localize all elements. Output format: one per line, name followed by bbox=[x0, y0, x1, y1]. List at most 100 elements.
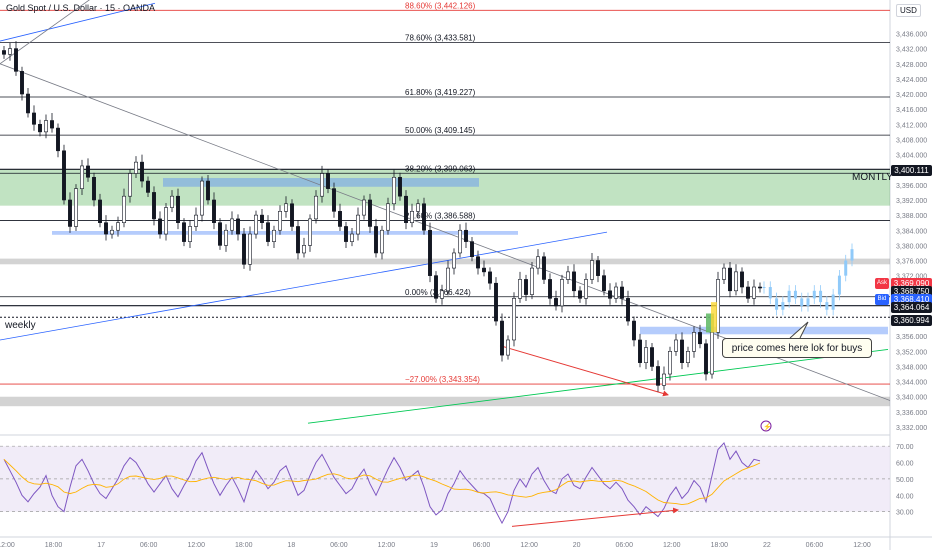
ask-label: Ask bbox=[875, 278, 889, 289]
candle-body bbox=[620, 286, 624, 299]
zone-gray-3 bbox=[0, 258, 890, 265]
candle-body bbox=[236, 218, 240, 235]
price-tick-label: 3,384.000 bbox=[896, 228, 927, 235]
candle-body bbox=[200, 180, 204, 216]
candle-body bbox=[674, 339, 678, 352]
projection-candle bbox=[800, 298, 804, 306]
candle-body bbox=[626, 298, 630, 322]
projection-candle bbox=[806, 298, 810, 306]
candle-body bbox=[374, 226, 378, 254]
candle-body bbox=[596, 260, 600, 276]
candle-body bbox=[56, 127, 60, 152]
candle-body bbox=[476, 256, 480, 269]
candle-body bbox=[542, 256, 546, 280]
candle-body bbox=[146, 180, 150, 193]
candle-body bbox=[338, 211, 342, 227]
monthly-level-tag: 3,400.111 bbox=[891, 165, 932, 176]
projection-candle bbox=[850, 249, 854, 261]
weekly-label: weekly bbox=[5, 320, 36, 331]
candle-body bbox=[32, 112, 36, 125]
candle-body bbox=[170, 195, 174, 208]
candle-body bbox=[524, 279, 528, 295]
price-tick-label: 3,352.000 bbox=[896, 349, 927, 356]
trading-chart[interactable]: 88.60% (3,442.126) 78.60% (3,433.581) 61.8… bbox=[0, 0, 932, 550]
level-tag-1: 3,364.064 bbox=[891, 302, 932, 313]
candle-body bbox=[728, 267, 732, 292]
price-tick-label: 3,416.000 bbox=[896, 107, 927, 114]
candle-body bbox=[350, 233, 354, 242]
projection-candle bbox=[762, 287, 766, 289]
candle-body bbox=[290, 203, 294, 227]
candle-body bbox=[182, 222, 186, 242]
candle-body bbox=[140, 161, 144, 182]
candle-body bbox=[218, 222, 222, 246]
time-tick-label: 18:00 bbox=[45, 542, 63, 549]
candle-body bbox=[746, 286, 750, 299]
candle-body bbox=[14, 48, 18, 72]
yellow-highlight-box bbox=[711, 302, 717, 333]
rsi-tick-label: 70.00 bbox=[896, 444, 914, 451]
candle-body bbox=[488, 271, 492, 284]
candle-body bbox=[386, 203, 390, 231]
fib-label-1: 78.60% (3,433.581) bbox=[405, 34, 476, 43]
projection-candle bbox=[787, 290, 791, 303]
candle-body bbox=[752, 286, 756, 299]
time-tick-label: 12:00 bbox=[378, 542, 396, 549]
currency-button[interactable]: USD bbox=[896, 4, 921, 17]
candle-body bbox=[548, 279, 552, 299]
price-tick-label: 3,404.000 bbox=[896, 153, 927, 160]
time-tick-label: 17 bbox=[97, 542, 105, 549]
price-tick-label: 3,348.000 bbox=[896, 364, 927, 371]
fib-label-4: 38.20% (3,399.063) bbox=[405, 164, 476, 173]
price-tick-label: 3,428.000 bbox=[896, 62, 927, 69]
candle-body bbox=[614, 286, 618, 299]
candle-body bbox=[434, 275, 438, 299]
price-tick-label: 3,344.000 bbox=[896, 380, 927, 387]
candle-body bbox=[662, 373, 666, 386]
time-tick-label: 06:00 bbox=[140, 542, 158, 549]
candle-body bbox=[206, 180, 210, 201]
fib-label-6: 0.00% (3,366.424) bbox=[405, 288, 471, 297]
candle-body bbox=[38, 124, 42, 133]
candle-body bbox=[602, 275, 606, 292]
candle-body bbox=[440, 290, 444, 299]
candle-body bbox=[50, 120, 54, 129]
candle-body bbox=[74, 188, 78, 227]
candle-body bbox=[740, 271, 744, 288]
candle-body bbox=[62, 150, 66, 201]
rsi-tick-label: 40.00 bbox=[896, 493, 914, 500]
candle-body bbox=[428, 229, 432, 276]
candle-body bbox=[326, 173, 330, 189]
fib-label-2: 61.80% (3,419.227) bbox=[405, 88, 476, 97]
candle-body bbox=[500, 320, 504, 356]
price-tick-label: 3,436.000 bbox=[896, 32, 927, 39]
candle-body bbox=[446, 267, 450, 292]
price-tick-label: 3,420.000 bbox=[896, 92, 927, 99]
time-tick-label: 06:00 bbox=[330, 542, 348, 549]
candle-body bbox=[194, 214, 198, 227]
bid-label: Bid bbox=[875, 294, 889, 305]
candle-body bbox=[734, 271, 738, 292]
candle-body bbox=[392, 176, 396, 205]
time-tick-label: 06:00 bbox=[615, 542, 633, 549]
candle-body bbox=[86, 165, 90, 178]
candle-body bbox=[368, 199, 372, 227]
candle-body bbox=[698, 332, 702, 345]
candle-body bbox=[650, 347, 654, 367]
price-tick-label: 3,336.000 bbox=[896, 410, 927, 417]
price-callout[interactable]: price comes here lok for buys bbox=[722, 338, 872, 358]
zone-blue-4 bbox=[640, 326, 888, 335]
candle-body bbox=[284, 203, 288, 212]
price-tick-label: 3,340.000 bbox=[896, 395, 927, 402]
price-tick-label: 3,392.000 bbox=[896, 198, 927, 205]
candle-body bbox=[68, 199, 72, 227]
time-tick-label: 06:00 bbox=[806, 542, 824, 549]
candle-body bbox=[398, 176, 402, 197]
projection-candle bbox=[831, 294, 835, 310]
candle-body bbox=[512, 298, 516, 341]
candle-body bbox=[320, 173, 324, 197]
lightning-glyph: ⚡ bbox=[763, 422, 772, 431]
candle-body bbox=[668, 351, 672, 375]
fib-label-3: 50.00% (3,409.145) bbox=[405, 126, 476, 135]
candle-body bbox=[128, 173, 132, 197]
